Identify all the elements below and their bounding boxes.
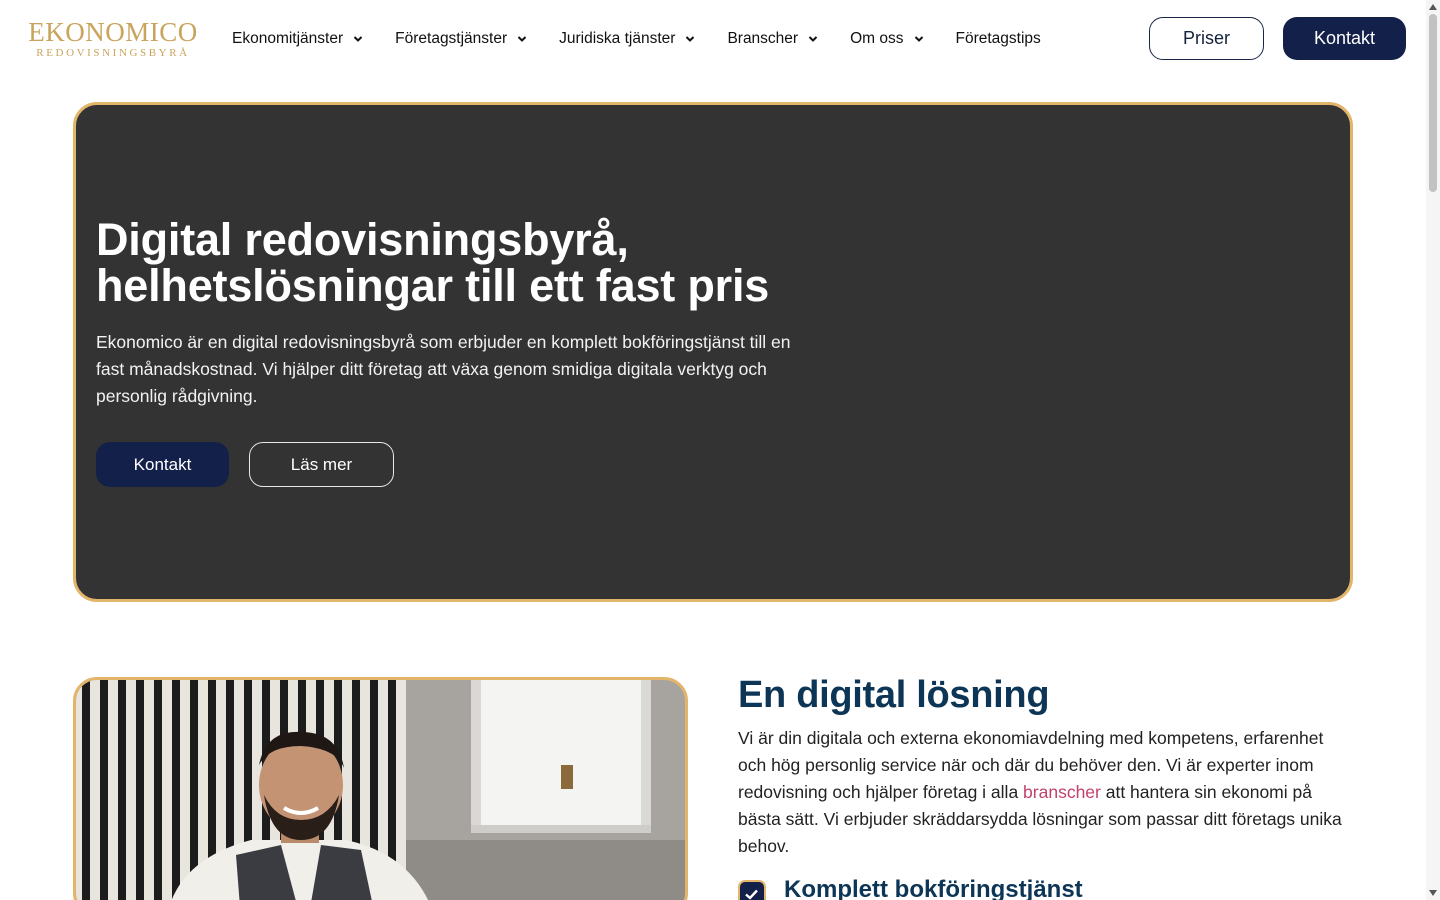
chevron-down-icon bbox=[808, 36, 818, 42]
hero-title-line-2: helhetslösningar till ett fast pris bbox=[96, 260, 770, 311]
team-member-photo bbox=[73, 677, 688, 900]
hero-section: Digital redovisningsbyrå, helhetslösning… bbox=[73, 102, 1353, 602]
priser-button[interactable]: Priser bbox=[1149, 17, 1264, 60]
section-text: Vi är din digitala och externa ekonomiav… bbox=[738, 725, 1353, 860]
checkmark-icon bbox=[738, 880, 766, 900]
nav-item-foretagstips[interactable]: Företagstips bbox=[956, 27, 1041, 51]
hero-description: Ekonomico är en digital redovisningsbyrå… bbox=[96, 332, 791, 406]
hero-las-mer-button[interactable]: Läs mer bbox=[249, 442, 394, 487]
chevron-down-icon bbox=[914, 36, 923, 42]
scrollbar-thumb[interactable] bbox=[1429, 14, 1437, 192]
logo-main-text: EKONOMICO bbox=[28, 17, 198, 47]
nav-item-label: Företagstjänster bbox=[395, 30, 508, 47]
nav-item-juridiska-tjanster[interactable]: Juridiska tjänster bbox=[559, 27, 696, 51]
page-scrollbar[interactable] bbox=[1426, 0, 1440, 900]
nav-item-label: Företagstips bbox=[955, 30, 1041, 47]
nav-item-om-oss[interactable]: Om oss bbox=[850, 27, 924, 51]
hero-title-line-1: Digital redovisningsbyrå, bbox=[96, 214, 629, 265]
scroll-up-arrow-icon[interactable] bbox=[1429, 4, 1437, 10]
hero-kontakt-button[interactable]: Kontakt bbox=[96, 442, 229, 487]
nav-item-label: Branscher bbox=[727, 30, 799, 47]
main-nav: Ekonomitjänster Företagstjänster Juridis… bbox=[232, 27, 1072, 51]
hero-title: Digital redovisningsbyrå, helhetslösning… bbox=[96, 217, 856, 309]
chevron-down-icon bbox=[353, 36, 363, 42]
feature-title: Komplett bokföringstjänst bbox=[784, 876, 1083, 900]
site-header: EKONOMICO REDOVISNINGSBYRÅ Ekonomitjänst… bbox=[0, 0, 1426, 78]
section-title: En digital lösning bbox=[738, 674, 1050, 716]
nav-item-branscher[interactable]: Branscher bbox=[727, 27, 819, 51]
scroll-down-arrow-icon[interactable] bbox=[1429, 890, 1437, 896]
logo[interactable]: EKONOMICO REDOVISNINGSBYRÅ bbox=[28, 18, 198, 59]
nav-item-label: Ekonomitjänster bbox=[232, 30, 344, 47]
nav-item-label: Juridiska tjänster bbox=[559, 30, 676, 47]
nav-item-ekonomitjanster[interactable]: Ekonomitjänster bbox=[232, 27, 364, 51]
chevron-down-icon bbox=[517, 36, 527, 42]
header-kontakt-button[interactable]: Kontakt bbox=[1283, 17, 1406, 60]
chevron-down-icon bbox=[686, 36, 695, 42]
nav-item-label: Om oss bbox=[850, 30, 904, 47]
logo-sub-text: REDOVISNINGSBYRÅ bbox=[36, 47, 190, 59]
nav-item-foretagstjanster[interactable]: Företagstjänster bbox=[395, 27, 528, 51]
branscher-link[interactable]: branscher bbox=[1023, 782, 1101, 802]
